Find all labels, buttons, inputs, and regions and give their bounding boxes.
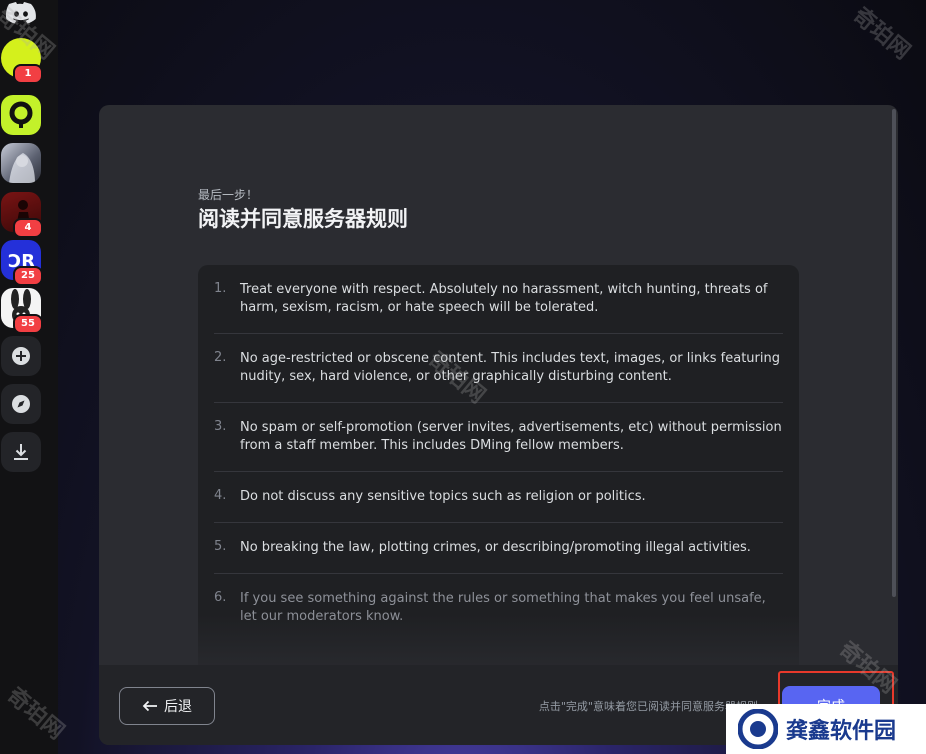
arrow-left-icon: [142, 700, 157, 712]
plus-icon: [12, 347, 30, 365]
step-label: 最后一步！: [198, 188, 259, 202]
badge-count: 1: [13, 64, 43, 84]
server-red-figure[interactable]: 4: [1, 192, 43, 238]
modal-scrollbar[interactable]: [892, 109, 896, 597]
badge-count: 4: [13, 218, 43, 238]
modal-title: 阅读并同意服务器规则: [198, 207, 408, 231]
rule-text: No age-restricted or obscene content. Th…: [240, 351, 780, 384]
anime-avatar-icon: [1, 143, 41, 183]
server-cr[interactable]: ƆR 25: [1, 240, 43, 286]
green-ring-icon: [1, 95, 41, 135]
rule-number: 5.: [214, 539, 227, 554]
rule-number: 2.: [214, 350, 227, 365]
rule-number: 6.: [214, 590, 227, 605]
download-icon: [14, 444, 28, 460]
server-bunny[interactable]: 55: [1, 288, 43, 334]
rules-list[interactable]: 1. Treat everyone with respect. Absolute…: [198, 265, 799, 685]
brand-logo-icon: [738, 709, 778, 749]
rule-number: 3.: [214, 419, 227, 434]
rule-number: 1.: [214, 281, 227, 296]
rule-text: No breaking the law, plotting crimes, or…: [240, 540, 751, 555]
rule-text: No spam or self-promotion (server invite…: [240, 420, 782, 453]
brand-watermark: 龚鑫软件园: [726, 704, 926, 754]
rule-item: 2. No age-restricted or obscene content.…: [214, 334, 783, 403]
rule-text: Treat everyone with respect. Absolutely …: [240, 282, 768, 315]
server-rail: 1 4 ƆR 25 55: [0, 0, 58, 754]
compass-icon: [12, 395, 30, 413]
badge-count: 55: [13, 314, 43, 334]
rules-modal: 最后一步！ 阅读并同意服务器规则 1. Treat everyone with …: [99, 105, 898, 745]
badge-count: 25: [13, 266, 43, 286]
rule-item: 5. No breaking the law, plotting crimes,…: [214, 523, 783, 574]
brand-text: 龚鑫软件园: [786, 719, 897, 744]
rule-item: 3. No spam or self-promotion (server inv…: [214, 403, 783, 472]
add-server-button[interactable]: [1, 336, 41, 376]
explore-servers-button[interactable]: [1, 384, 41, 424]
server-anime[interactable]: [1, 143, 41, 183]
watermark: 奇珀网: [848, 3, 915, 65]
rule-text: Do not discuss any sensitive topics such…: [240, 489, 646, 504]
back-button[interactable]: 后退: [119, 687, 215, 725]
download-apps-button[interactable]: [1, 432, 41, 472]
rule-number: 4.: [214, 488, 227, 503]
rule-item: 4. Do not discuss any sensitive topics s…: [214, 472, 783, 523]
server-green-ring[interactable]: [1, 95, 41, 135]
rule-item: 1. Treat everyone with respect. Absolute…: [214, 265, 783, 334]
back-button-label: 后退: [164, 699, 192, 715]
